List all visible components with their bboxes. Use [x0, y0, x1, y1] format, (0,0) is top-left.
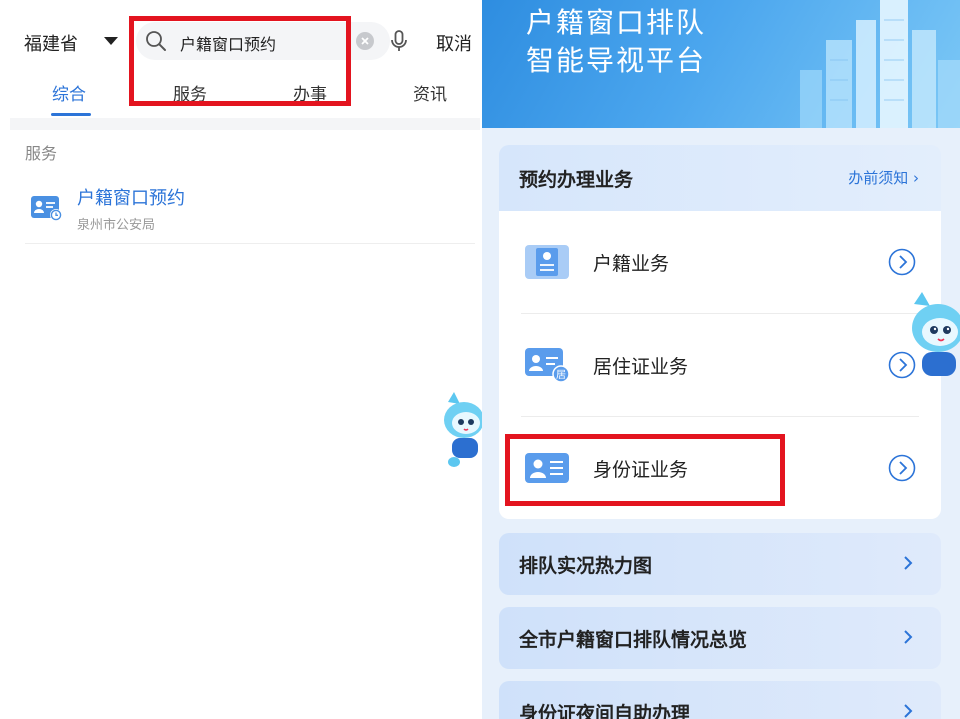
- mascot-icon: [444, 392, 484, 467]
- divider: [10, 118, 480, 130]
- booking-card-header: 预约办理业务 办前须知 ›: [499, 145, 941, 211]
- list-item[interactable]: 居 居住证业务: [499, 314, 941, 416]
- row-label: 身份证业务: [593, 459, 689, 481]
- appointment-card-icon: [31, 196, 62, 221]
- id-card-icon: [525, 453, 569, 483]
- booking-title: 预约办理业务: [519, 169, 634, 191]
- list-item[interactable]: 户籍窗口预约 泉州市公安局: [25, 180, 475, 244]
- cancel-button[interactable]: 取消: [436, 30, 472, 56]
- clear-icon[interactable]: [356, 32, 374, 50]
- search-icon: [146, 31, 166, 51]
- chevron-right-icon: [904, 556, 913, 570]
- id-card-night-self-service-link[interactable]: 身份证夜间自助办理: [499, 681, 941, 719]
- chevron-right-circle-icon[interactable]: [888, 248, 916, 276]
- row-label: 居住证业务: [593, 356, 689, 378]
- result-title[interactable]: 户籍窗口预约: [77, 184, 185, 210]
- search-query[interactable]: 户籍窗口预约: [180, 31, 276, 55]
- queue-heatmap-link[interactable]: 排队实况热力图: [499, 533, 941, 595]
- result-subtitle: 泉州市公安局: [77, 218, 156, 233]
- residence-permit-icon: 居: [525, 348, 569, 382]
- active-tab-indicator: [51, 113, 91, 116]
- booking-list: 户籍业务 居 居住证业务 身份证业务: [499, 211, 941, 519]
- chevron-right-icon: [904, 630, 913, 644]
- queue-platform-panel: 户籍窗口排队 智能导视平台 预约办理业务 办前须知 › 户籍业务 居 居住证业务…: [482, 0, 960, 719]
- chevron-right-circle-icon[interactable]: [888, 454, 916, 482]
- microphone-icon[interactable]: [387, 29, 411, 53]
- city-queue-overview-link[interactable]: 全市户籍窗口排队情况总览: [499, 607, 941, 669]
- mascot-icon: [912, 292, 960, 376]
- banner-title-line2: 智能导视平台: [526, 44, 707, 77]
- list-item[interactable]: 身份证业务: [499, 417, 941, 519]
- search-panel: 福建省 户籍窗口预约 取消 综合 服务 办事 资讯 服务 户籍窗口预约 泉州市公…: [0, 0, 482, 719]
- city-skyline-illustration: [800, 0, 960, 128]
- svg-text:居: 居: [556, 369, 566, 381]
- caret-down-icon[interactable]: [104, 37, 118, 45]
- tab-affairs[interactable]: 办事: [293, 80, 327, 105]
- region-selector[interactable]: 福建省: [24, 30, 78, 56]
- chevron-right-icon: [904, 704, 913, 718]
- list-item[interactable]: 户籍业务: [499, 211, 941, 313]
- tab-news[interactable]: 资讯: [413, 80, 447, 105]
- result-tabs: 综合 服务 办事 资讯: [0, 76, 482, 108]
- link-label: 排队实况热力图: [519, 555, 653, 577]
- link-label: 身份证夜间自助办理: [519, 703, 691, 719]
- pre-visit-notice-link[interactable]: 办前须知 ›: [848, 167, 919, 188]
- link-label: 全市户籍窗口排队情况总览: [519, 629, 748, 651]
- tab-services[interactable]: 服务: [173, 80, 207, 105]
- search-input[interactable]: 户籍窗口预约: [136, 22, 407, 60]
- section-label: 服务: [25, 144, 58, 163]
- row-label: 户籍业务: [593, 253, 670, 275]
- tab-all[interactable]: 综合: [52, 80, 86, 105]
- banner-title-line1: 户籍窗口排队: [526, 6, 707, 39]
- household-register-icon: [525, 245, 569, 279]
- banner: 户籍窗口排队 智能导视平台: [482, 0, 960, 128]
